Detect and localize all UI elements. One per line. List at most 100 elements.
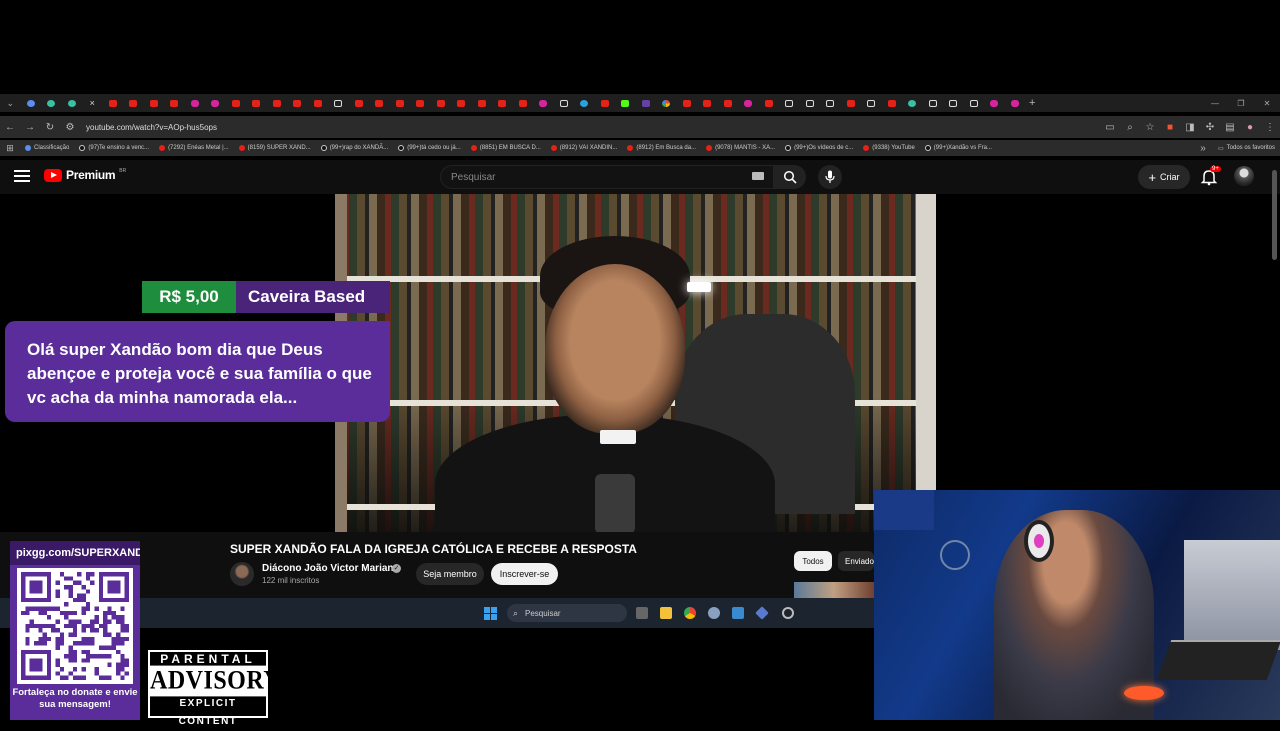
reload-icon[interactable]: ↻ <box>40 122 60 133</box>
join-button[interactable]: Seja membro <box>416 563 484 585</box>
bookmark-item[interactable]: (8851) EM BUSCA D... <box>466 145 546 151</box>
browser-tab[interactable] <box>554 95 575 111</box>
browser-tab[interactable] <box>902 95 923 111</box>
browser-tab[interactable] <box>472 95 493 111</box>
back-icon[interactable]: ← <box>0 122 20 133</box>
browser-tab[interactable] <box>984 95 1005 111</box>
url-field[interactable]: youtube.com/watch?v=AOp-hus5ops <box>86 123 217 132</box>
page-scrollbar[interactable] <box>1272 170 1277 260</box>
bookmark-item[interactable]: (8912) Em Busca da... <box>622 145 701 151</box>
browser-tab[interactable] <box>123 95 144 111</box>
browser-tab[interactable] <box>267 95 288 111</box>
browser-tab[interactable] <box>779 95 800 111</box>
bookmark-item[interactable]: (9078) MANTIS - XA... <box>701 145 780 151</box>
app-icon[interactable] <box>782 607 794 619</box>
browser-tab[interactable] <box>677 95 698 111</box>
subscribe-button[interactable]: Inscrever-se <box>491 563 558 585</box>
channel-avatar[interactable] <box>230 562 254 586</box>
bookmark-item[interactable]: (99+)tá cedo ou já... <box>393 145 466 151</box>
browser-tab[interactable] <box>841 95 862 111</box>
task-view-icon[interactable] <box>636 607 648 619</box>
browser-tab[interactable] <box>62 95 83 111</box>
bookmark-item[interactable]: (99+)Xandão vs Fra... <box>920 145 997 151</box>
chip-sent[interactable]: Enviado <box>838 551 874 571</box>
account-avatar[interactable] <box>1234 166 1254 186</box>
browser-tab[interactable] <box>533 95 554 111</box>
chrome-icon[interactable] <box>684 607 696 619</box>
browser-tab[interactable] <box>636 95 657 111</box>
browser-tab[interactable] <box>964 95 985 111</box>
settings-icon[interactable] <box>708 607 720 619</box>
voice-search-button[interactable] <box>818 165 842 189</box>
forward-icon[interactable]: → <box>20 122 40 133</box>
browser-tab[interactable] <box>800 95 821 111</box>
maximize-icon[interactable]: ❐ <box>1228 99 1254 108</box>
site-info-icon[interactable]: ⚙ <box>60 122 80 133</box>
browser-tab[interactable] <box>246 95 267 111</box>
browser-tab[interactable] <box>861 95 882 111</box>
browser-tab[interactable] <box>349 95 370 111</box>
more-bookmarks-icon[interactable]: » <box>1193 143 1213 154</box>
bookmark-item[interactable]: (97)Te ensino a venc... <box>74 145 154 151</box>
bookmark-item[interactable]: Classificação <box>20 145 74 151</box>
video-player[interactable] <box>335 194 936 532</box>
app-icon[interactable] <box>732 607 744 619</box>
browser-tab[interactable] <box>513 95 534 111</box>
browser-tab[interactable] <box>103 95 124 111</box>
bookmark-item[interactable]: (99+)Os vídeos de c... <box>780 145 858 151</box>
browser-tab[interactable] <box>1005 95 1026 111</box>
browser-tab[interactable] <box>185 95 206 111</box>
bookmark-star-icon[interactable]: ☆ <box>1140 122 1160 133</box>
bookmark-item[interactable]: (7292) Enéas Metal |... <box>154 145 234 151</box>
cast-icon[interactable]: ▭ <box>1100 122 1120 133</box>
browser-tab[interactable] <box>226 95 247 111</box>
extensions-puzzle-icon[interactable]: ✣ <box>1200 122 1220 133</box>
browser-tab[interactable] <box>656 95 677 111</box>
all-favorites[interactable]: ▭ Todos os favoritos <box>1213 145 1280 152</box>
browser-tab[interactable] <box>410 95 431 111</box>
search-button[interactable] <box>774 165 806 189</box>
browser-tab[interactable] <box>144 95 165 111</box>
search-input[interactable]: Pesquisar <box>440 165 774 189</box>
browser-tab[interactable] <box>451 95 472 111</box>
browser-tab[interactable] <box>820 95 841 111</box>
browser-tab[interactable] <box>308 95 329 111</box>
browser-tab[interactable] <box>697 95 718 111</box>
browser-tab[interactable] <box>369 95 390 111</box>
zoom-icon[interactable]: ⌕ <box>1120 122 1140 133</box>
browser-tab[interactable] <box>41 95 62 111</box>
browser-tab[interactable] <box>164 95 185 111</box>
windows-start-icon[interactable] <box>484 607 497 620</box>
browser-tab[interactable] <box>718 95 739 111</box>
create-button[interactable]: + Criar <box>1138 165 1190 189</box>
hamburger-menu-icon[interactable] <box>14 170 30 182</box>
browser-tab[interactable] <box>431 95 452 111</box>
app-icon[interactable] <box>755 606 769 620</box>
taskbar-search[interactable]: ⌕ Pesquisar <box>507 604 627 622</box>
browser-tab[interactable] <box>574 95 595 111</box>
browser-tab[interactable] <box>390 95 411 111</box>
browser-tab[interactable] <box>759 95 780 111</box>
kebab-menu-icon[interactable]: ⋮ <box>1260 122 1280 133</box>
apps-grid-icon[interactable]: ⊞ <box>0 143 20 154</box>
browser-tab[interactable] <box>923 95 944 111</box>
file-explorer-icon[interactable] <box>660 607 672 619</box>
browser-tab[interactable] <box>738 95 759 111</box>
browser-tab[interactable] <box>595 95 616 111</box>
keyboard-icon[interactable] <box>752 172 764 180</box>
extension-icon[interactable]: ■ <box>1160 122 1180 133</box>
browser-tab[interactable] <box>287 95 308 111</box>
browser-tab[interactable] <box>943 95 964 111</box>
bookmark-item[interactable]: (8159) SUPER XAND... <box>234 145 316 151</box>
browser-tab[interactable] <box>615 95 636 111</box>
browser-tab[interactable] <box>492 95 513 111</box>
browser-tab[interactable] <box>882 95 903 111</box>
profile-avatar-icon[interactable]: ● <box>1240 122 1260 133</box>
channel-name[interactable]: Diácono João Victor Mariano <box>262 563 400 574</box>
browser-tab[interactable] <box>328 95 349 111</box>
close-window-icon[interactable]: ✕ <box>1254 99 1280 108</box>
browser-tab[interactable]: ⌄ <box>0 95 21 111</box>
browser-tab[interactable] <box>205 95 226 111</box>
new-tab-icon[interactable]: + <box>1029 97 1035 109</box>
youtube-logo[interactable]: Premium BR <box>44 168 126 182</box>
